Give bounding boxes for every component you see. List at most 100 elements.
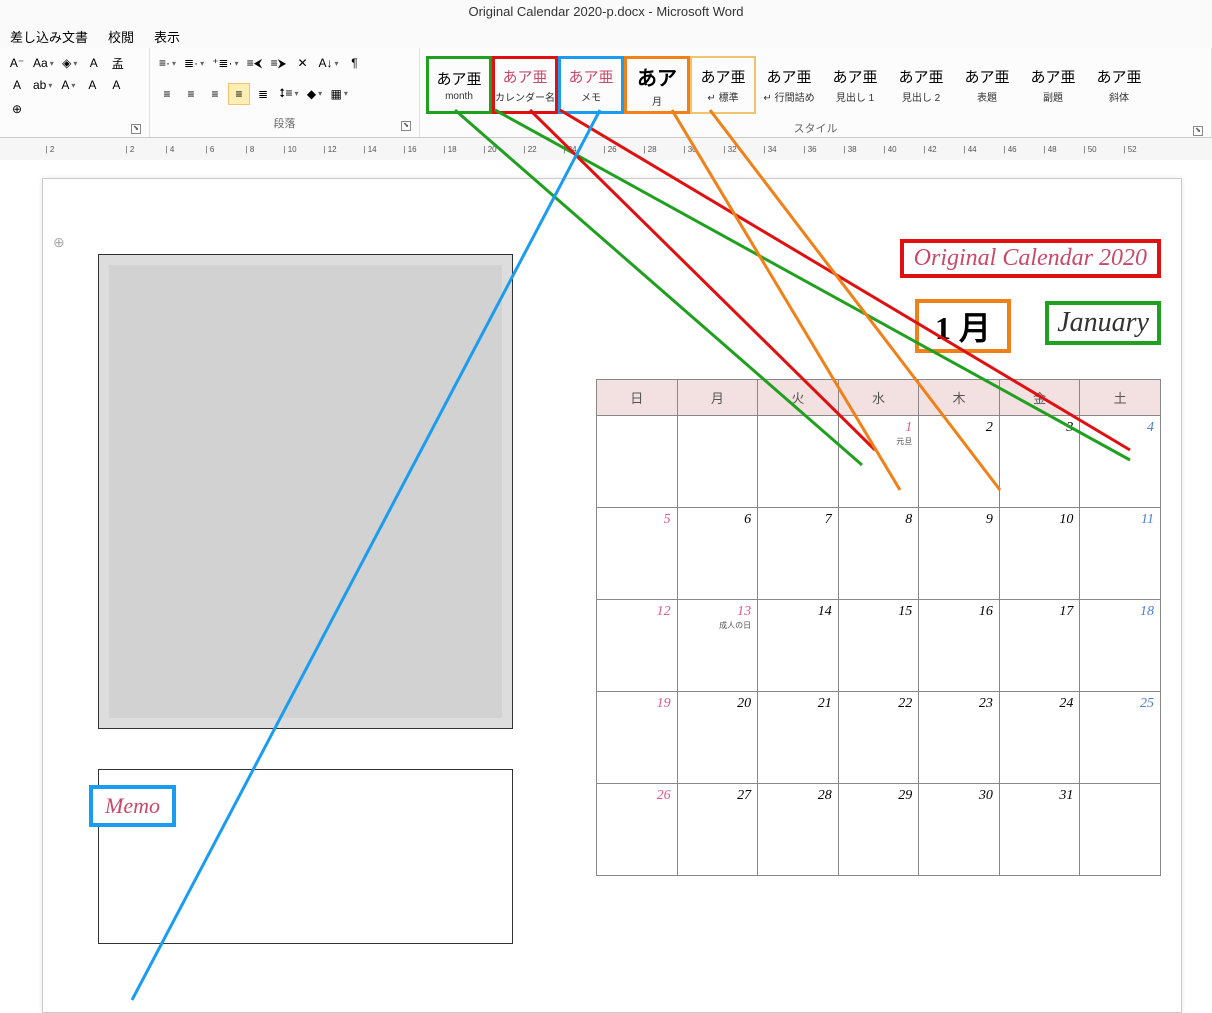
calendar-cell[interactable]: 31 xyxy=(999,784,1080,876)
style-label: 見出し 2 xyxy=(902,89,940,104)
calendar-cell[interactable]: 21 xyxy=(758,692,839,784)
style-preview: あア亜 xyxy=(898,66,943,87)
calendar-cell[interactable] xyxy=(758,416,839,508)
calendar-cell[interactable]: 16 xyxy=(919,600,1000,692)
calendar-cell[interactable]: 19 xyxy=(597,692,678,784)
ribbon-button[interactable]: ≡ xyxy=(204,83,226,105)
ribbon-button[interactable]: 孟 xyxy=(107,52,129,74)
ribbon-button[interactable]: A⁻ xyxy=(6,52,28,74)
calendar-title[interactable]: Original Calendar 2020 xyxy=(900,239,1161,278)
style-見出し 2[interactable]: あア亜見出し 2 xyxy=(888,56,954,114)
calendar-cell[interactable]: 5 xyxy=(597,508,678,600)
calendar-cell[interactable]: 2 xyxy=(919,416,1000,508)
calendar-cell[interactable]: 26 xyxy=(597,784,678,876)
calendar-cell[interactable]: 30 xyxy=(919,784,1000,876)
style-↵ 行間詰め[interactable]: あア亜↵ 行間詰め xyxy=(756,56,822,114)
menu-item[interactable]: 表示 xyxy=(154,27,180,46)
ribbon-button[interactable]: ▦▾ xyxy=(328,83,351,105)
calendar-cell[interactable]: 18 xyxy=(1080,600,1161,692)
calendar-cell[interactable]: 29 xyxy=(838,784,919,876)
ribbon-button[interactable]: A xyxy=(83,52,105,74)
style-メモ[interactable]: あア亜メモ xyxy=(558,56,624,114)
style-label: ↵ 行間詰め xyxy=(763,89,814,104)
calendar-cell[interactable]: 20 xyxy=(677,692,758,784)
style-表題[interactable]: あア亜表題 xyxy=(954,56,1020,114)
calendar-month-en[interactable]: January xyxy=(1045,301,1161,345)
dialog-launcher-icon[interactable]: ⬊ xyxy=(1193,126,1203,136)
memo-box[interactable]: Memo xyxy=(98,769,513,944)
ribbon-button[interactable]: ≡⮜ xyxy=(244,52,266,74)
calendar-day-header: 日 xyxy=(597,380,678,416)
image-placeholder[interactable] xyxy=(98,254,513,729)
calendar-cell[interactable] xyxy=(677,416,758,508)
calendar-cell[interactable]: 7 xyxy=(758,508,839,600)
style-preview: あア亜 xyxy=(1096,66,1141,87)
ribbon-button[interactable]: ≡·▾ xyxy=(156,52,179,74)
dialog-launcher-icon[interactable]: ⬊ xyxy=(131,124,141,134)
calendar-cell[interactable]: 27 xyxy=(677,784,758,876)
calendar-cell[interactable]: 6 xyxy=(677,508,758,600)
calendar-cell[interactable]: 4 xyxy=(1080,416,1161,508)
style-副題[interactable]: あア亜副題 xyxy=(1020,56,1086,114)
style-見出し 1[interactable]: あア亜見出し 1 xyxy=(822,56,888,114)
style-カレンダー名[interactable]: あア亜カレンダー名 xyxy=(492,56,558,114)
ribbon-button[interactable]: Aa▾ xyxy=(30,52,57,74)
dialog-launcher-icon[interactable]: ⬊ xyxy=(401,121,411,131)
calendar-cell[interactable]: 28 xyxy=(758,784,839,876)
styles-group: あア亜monthあア亜カレンダー名あア亜メモあア月あア亜↵ 標準あア亜↵ 行間詰… xyxy=(420,48,1212,137)
paragraph-group: ≡·▾≣·▾⁺≣·▾≡⮜≡⮞✕A↓▾¶ ≡≡≡≡≣⭥≡▾◆▾▦▾ 段落⬊ xyxy=(150,48,420,137)
ribbon-button[interactable]: ◈▾ xyxy=(59,52,81,74)
ribbon-button[interactable]: ⊕ xyxy=(6,98,28,120)
calendar-cell[interactable] xyxy=(1080,784,1161,876)
calendar-cell[interactable]: 17 xyxy=(999,600,1080,692)
page[interactable]: ⊕ Memo Original Calendar 2020 1 月 Januar… xyxy=(42,178,1182,1013)
calendar-cell[interactable] xyxy=(597,416,678,508)
calendar-cell[interactable]: 11 xyxy=(1080,508,1161,600)
calendar-cell[interactable]: 10 xyxy=(999,508,1080,600)
calendar-cell[interactable]: 24 xyxy=(999,692,1080,784)
calendar-cell[interactable]: 25 xyxy=(1080,692,1161,784)
ribbon-button[interactable]: ≡ xyxy=(156,83,178,105)
horizontal-ruler[interactable]: | 2| 2| 4| 6| 8| 10| 12| 14| 16| 18| 20|… xyxy=(0,138,1212,160)
font-group: A⁻Aa▾◈▾A孟 Aab▾A▾AA⊕ ⬊ xyxy=(0,48,150,137)
ribbon-button[interactable]: ✕ xyxy=(292,52,314,74)
style-月[interactable]: あア月 xyxy=(624,56,690,114)
style-preview: あア xyxy=(637,62,677,91)
calendar-cell[interactable]: 8 xyxy=(838,508,919,600)
ribbon-button[interactable]: ⭥≡▾ xyxy=(276,83,302,105)
calendar-cell[interactable]: 13成人の日 xyxy=(677,600,758,692)
ribbon-button[interactable]: A↓▾ xyxy=(316,52,342,74)
calendar-table[interactable]: 日月火水木金土 1元旦2345678910111213成人の日141516171… xyxy=(596,379,1161,876)
ribbon-button[interactable]: ab▾ xyxy=(30,74,55,96)
calendar-cell[interactable]: 15 xyxy=(838,600,919,692)
ribbon-button[interactable]: ≡ xyxy=(180,83,202,105)
style-斜体[interactable]: あア亜斜体 xyxy=(1086,56,1152,114)
ribbon-button[interactable]: ⁺≣·▾ xyxy=(209,52,241,74)
ribbon-button[interactable]: A xyxy=(105,74,127,96)
document-area[interactable]: ⊕ Memo Original Calendar 2020 1 月 Januar… xyxy=(0,163,1212,1013)
calendar-cell[interactable]: 12 xyxy=(597,600,678,692)
menu-item[interactable]: 校閲 xyxy=(108,27,134,46)
calendar-cell[interactable]: 14 xyxy=(758,600,839,692)
style-label: 斜体 xyxy=(1109,89,1129,104)
ribbon-button[interactable]: ¶ xyxy=(344,52,366,74)
calendar-cell[interactable]: 3 xyxy=(999,416,1080,508)
calendar-cell[interactable]: 1元旦 xyxy=(838,416,919,508)
ribbon-button[interactable]: ≣·▾ xyxy=(181,52,207,74)
calendar-cell[interactable]: 9 xyxy=(919,508,1000,600)
ribbon-button[interactable]: A▾ xyxy=(57,74,79,96)
style-↵ 標準[interactable]: あア亜↵ 標準 xyxy=(690,56,756,114)
ribbon-button[interactable]: ◆▾ xyxy=(304,83,326,105)
ribbon-button[interactable]: ≡ xyxy=(228,83,250,105)
style-preview: あア亜 xyxy=(436,68,481,89)
calendar-cell[interactable]: 23 xyxy=(919,692,1000,784)
ribbon-button[interactable]: A xyxy=(6,74,28,96)
ribbon-button[interactable]: ≡⮞ xyxy=(268,52,290,74)
calendar-month-jp[interactable]: 1 月 xyxy=(915,299,1011,353)
menu-item[interactable]: 差し込み文書 xyxy=(10,27,88,46)
style-preview: あア亜 xyxy=(502,66,547,87)
calendar-cell[interactable]: 22 xyxy=(838,692,919,784)
style-month[interactable]: あア亜month xyxy=(426,56,492,114)
ribbon-button[interactable]: A xyxy=(81,74,103,96)
ribbon-button[interactable]: ≣ xyxy=(252,83,274,105)
